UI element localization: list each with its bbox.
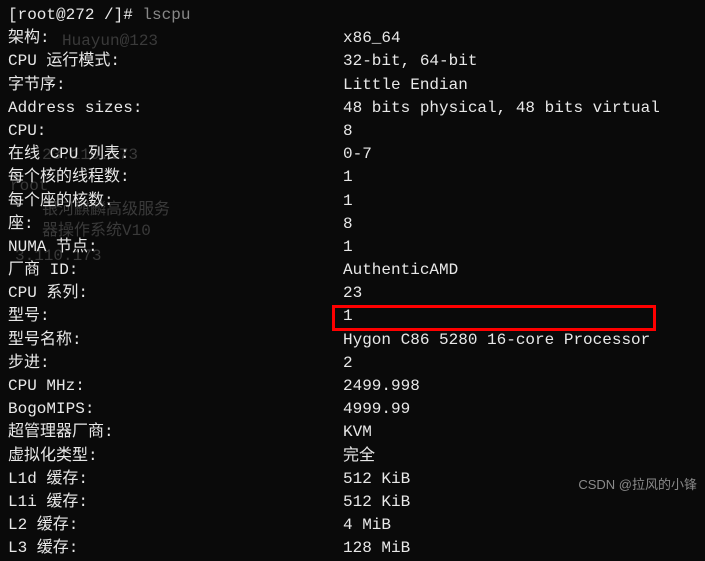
output-row: 超管理器厂商:KVM (8, 421, 697, 444)
row-label: CPU 系列: (8, 282, 343, 305)
row-value: 23 (343, 282, 697, 305)
row-value: x86_64 (343, 27, 697, 50)
output-row: 虚拟化类型:完全 (8, 445, 697, 468)
row-value: 4999.99 (343, 398, 697, 421)
row-label: 虚拟化类型: (8, 445, 343, 468)
row-label: 型号名称: (8, 329, 343, 352)
row-label: 超管理器厂商: (8, 421, 343, 444)
row-value: 0-7 (343, 143, 697, 166)
row-label: 厂商 ID: (8, 259, 343, 282)
output-row: 型号:1 (8, 305, 697, 328)
output-row: L1i 缓存:512 KiB (8, 491, 697, 514)
row-label: CPU MHz: (8, 375, 343, 398)
row-value: 1 (343, 166, 697, 189)
output-row: L1d 缓存:512 KiB (8, 468, 697, 491)
row-label: 在线 CPU 列表: (8, 143, 343, 166)
output-row: 型号名称:Hygon C86 5280 16-core Processor (8, 329, 697, 352)
row-value: 8 (343, 213, 697, 236)
row-label: CPU: (8, 120, 343, 143)
row-label: 字节序: (8, 74, 343, 97)
output-row: 座:8 (8, 213, 697, 236)
row-label: CPU 运行模式: (8, 50, 343, 73)
row-value: KVM (343, 421, 697, 444)
row-value: 48 bits physical, 48 bits virtual (343, 97, 697, 120)
lscpu-output: 架构:x86_64CPU 运行模式:32-bit, 64-bit字节序:Litt… (8, 27, 697, 560)
output-row: CPU:8 (8, 120, 697, 143)
row-label: 每个座的核数: (8, 190, 343, 213)
row-label: L2 缓存: (8, 514, 343, 537)
row-value: 8 (343, 120, 697, 143)
row-value: 1 (343, 190, 697, 213)
row-label: 步进: (8, 352, 343, 375)
row-label: Address sizes: (8, 97, 343, 120)
prompt: [root@272 /]# (8, 6, 142, 24)
output-row: CPU 系列:23 (8, 282, 697, 305)
output-row: 每个座的核数:1 (8, 190, 697, 213)
output-row: 每个核的线程数:1 (8, 166, 697, 189)
output-row: CPU MHz:2499.998 (8, 375, 697, 398)
row-label: 座: (8, 213, 343, 236)
row-value: Little Endian (343, 74, 697, 97)
row-label: L3 缓存: (8, 537, 343, 560)
output-row: NUMA 节点:1 (8, 236, 697, 259)
output-row: 在线 CPU 列表:0-7 (8, 143, 697, 166)
output-row: Address sizes:48 bits physical, 48 bits … (8, 97, 697, 120)
row-label: L1d 缓存: (8, 468, 343, 491)
row-value: 2499.998 (343, 375, 697, 398)
row-value: 1 (343, 236, 697, 259)
row-label: 型号: (8, 305, 343, 328)
row-value: 完全 (343, 445, 697, 468)
row-value: AuthenticAMD (343, 259, 697, 282)
output-row: L3 缓存:128 MiB (8, 537, 697, 560)
row-value: 4 MiB (343, 514, 697, 537)
output-row: 步进:2 (8, 352, 697, 375)
row-label: L1i 缓存: (8, 491, 343, 514)
row-value: 128 MiB (343, 537, 697, 560)
output-row: 厂商 ID:AuthenticAMD (8, 259, 697, 282)
output-row: L2 缓存:4 MiB (8, 514, 697, 537)
row-value: 512 KiB (343, 468, 697, 491)
row-value: 512 KiB (343, 491, 697, 514)
output-row: 字节序:Little Endian (8, 74, 697, 97)
row-label: BogoMIPS: (8, 398, 343, 421)
row-label: NUMA 节点: (8, 236, 343, 259)
command-text: lscpu (142, 6, 190, 24)
row-label: 每个核的线程数: (8, 166, 343, 189)
row-value: 32-bit, 64-bit (343, 50, 697, 73)
row-value: 1 (343, 305, 697, 328)
output-row: BogoMIPS:4999.99 (8, 398, 697, 421)
row-label: 架构: (8, 27, 343, 50)
output-row: 架构:x86_64 (8, 27, 697, 50)
output-row: CPU 运行模式:32-bit, 64-bit (8, 50, 697, 73)
terminal-prompt-line: [root@272 /]# lscpu (8, 4, 697, 27)
row-value: Hygon C86 5280 16-core Processor (343, 329, 697, 352)
row-value: 2 (343, 352, 697, 375)
